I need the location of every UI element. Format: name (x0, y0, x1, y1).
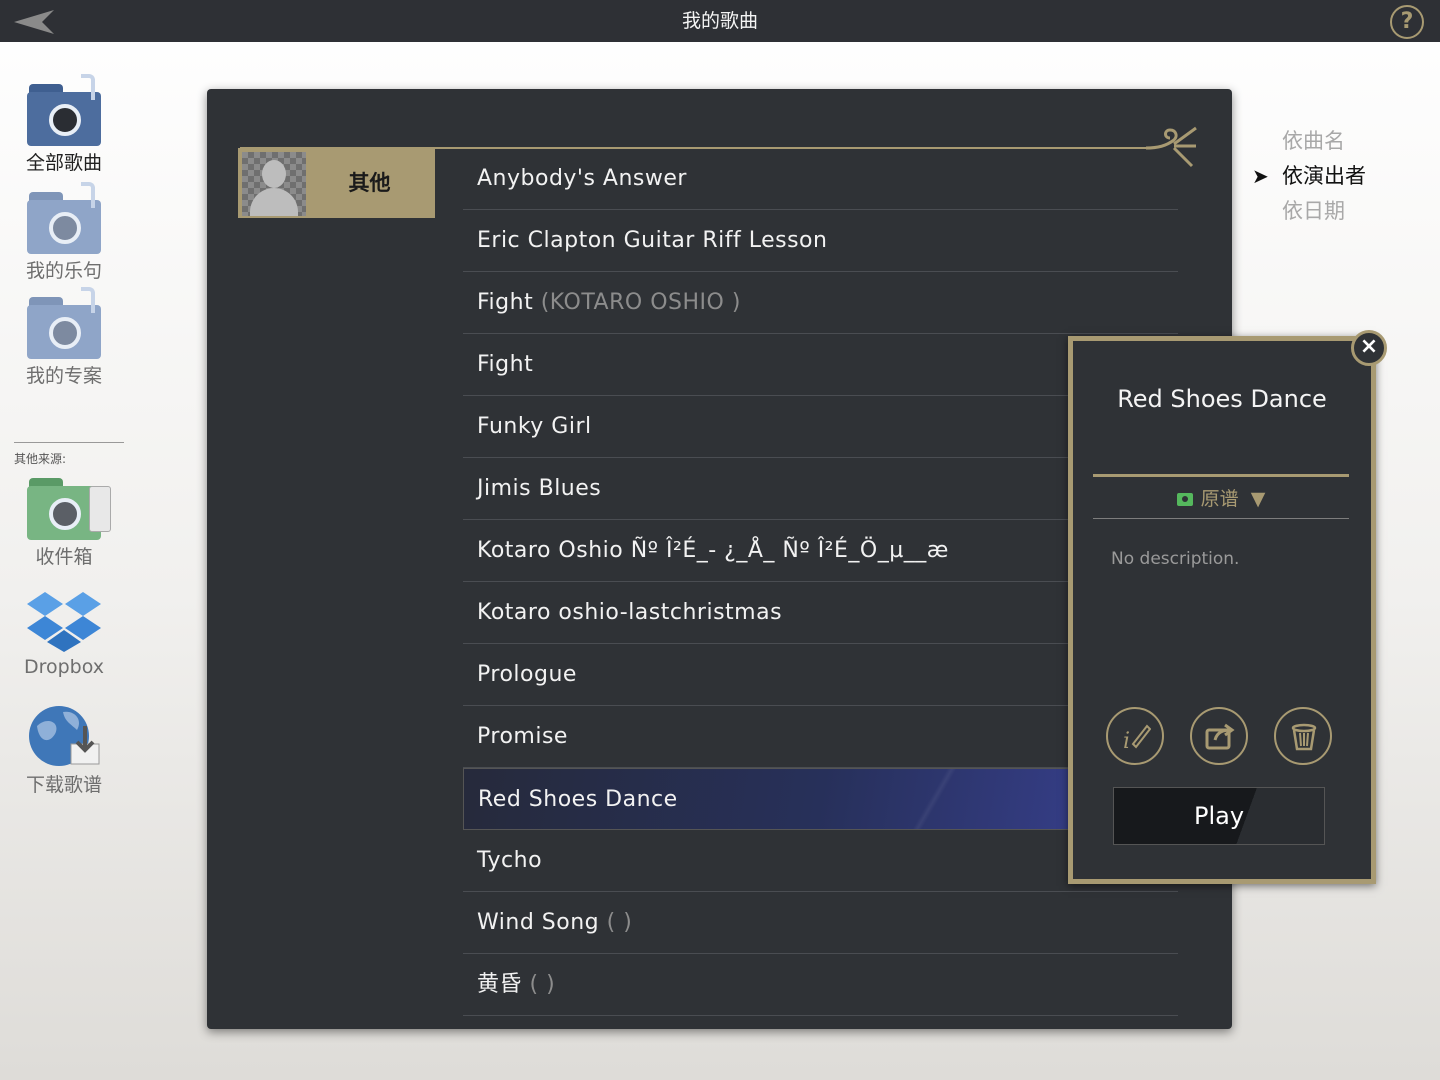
song-row[interactable]: 黄昏 ( ) (463, 954, 1178, 1016)
sort-label: 依曲名 (1282, 129, 1345, 153)
sidebar-divider (14, 442, 124, 443)
top-bar: 我的歌曲 ? (0, 0, 1440, 42)
sort-label: 依演出者 (1282, 164, 1366, 188)
all-songs-folder-icon (27, 74, 101, 146)
svg-text:i: i (1123, 729, 1130, 752)
close-icon[interactable]: × (1351, 330, 1387, 366)
inbox-folder-icon (27, 478, 111, 540)
song-row[interactable]: Anybody's Answer (463, 148, 1178, 210)
sort-by-title[interactable]: 依曲名 (1252, 124, 1422, 159)
popup-divider (1093, 474, 1349, 477)
song-detail-popup: × Red Shoes Dance 原谱 ▼ No description. i… (1068, 330, 1387, 884)
song-title: Anybody's Answer (477, 166, 687, 191)
other-sources-label: 其他来源: (14, 452, 67, 466)
sidebar-item-projects[interactable]: 我的专案 (14, 287, 114, 388)
sidebar-item-label: 下载歌谱 (25, 774, 102, 796)
sidebar-item-dropbox[interactable]: Dropbox (14, 590, 114, 678)
page-title: 我的歌曲 (681, 10, 758, 32)
popup-divider (1093, 518, 1349, 519)
artist-group-other[interactable]: 其他 (238, 148, 435, 218)
avatar-placeholder-icon (242, 152, 306, 216)
song-title: Prologue (477, 662, 577, 687)
sidebar-item-phrases[interactable]: 我的乐句 (14, 182, 114, 283)
song-title: 黄昏 (477, 972, 523, 997)
score-version-label: 原谱 (1200, 488, 1239, 510)
song-artist: ( ) (606, 910, 633, 935)
song-title: Red Shoes Dance (478, 787, 678, 812)
chevron-down-icon: ▼ (1250, 488, 1266, 510)
camera-icon (1176, 493, 1193, 506)
edit-info-icon: i (1123, 724, 1151, 752)
song-row[interactable]: Wind Song ( ) (463, 892, 1178, 954)
sidebar-item-all-songs[interactable]: 全部歌曲 (14, 74, 114, 175)
sidebar-item-download[interactable]: 下载歌谱 (14, 704, 114, 797)
song-description: No description. (1111, 549, 1240, 569)
sidebar-item-label: 全部歌曲 (25, 152, 102, 174)
share-button[interactable] (1190, 707, 1248, 765)
sidebar-item-inbox[interactable]: 收件箱 (14, 478, 114, 569)
song-artist: ( ) (529, 972, 556, 997)
trash-icon (1291, 723, 1317, 751)
phrases-folder-icon (27, 182, 101, 254)
song-title: Eric Clapton Guitar Riff Lesson (477, 228, 828, 253)
popup-song-title: Red Shoes Dance (1117, 385, 1327, 413)
selected-arrow-icon: ➤ (1252, 164, 1269, 188)
song-title: Fight (477, 290, 534, 315)
song-row[interactable]: Eric Clapton Guitar Riff Lesson (463, 210, 1178, 272)
song-title: Funky Girl (477, 414, 592, 439)
sort-by-artist[interactable]: ➤ 依演出者 (1252, 159, 1422, 194)
song-title: Kotaro oshio-lastchristmas (477, 600, 783, 625)
sidebar-item-label: Dropbox (23, 656, 105, 678)
share-icon (1205, 723, 1235, 750)
sidebar: 全部歌曲 我的乐句 我的专案 其他来源: 收件箱 Dropbox 下载歌谱 (0, 42, 130, 1080)
sort-by-date[interactable]: 依日期 (1252, 194, 1422, 229)
song-title: Jimis Blues (477, 476, 602, 501)
projects-folder-icon (27, 287, 101, 359)
song-title: Fight (477, 352, 534, 377)
dropbox-icon (27, 590, 101, 654)
sort-label: 依日期 (1282, 199, 1345, 223)
song-title: Kotaro Oshio Ñº Î²É_- ¿_Å_ Ñº Î²É_Ö_µ__æ (477, 538, 949, 563)
sidebar-item-label: 我的乐句 (25, 260, 102, 282)
help-icon[interactable]: ? (1390, 5, 1424, 39)
artist-name: 其他 (348, 171, 391, 195)
song-artist: (KOTARO OSHIO ) (540, 290, 741, 315)
score-version-dropdown[interactable]: 原谱 ▼ (1093, 481, 1349, 517)
sidebar-item-label: 收件箱 (35, 546, 93, 568)
play-button[interactable]: Play (1113, 787, 1325, 845)
sidebar-item-label: 我的专案 (25, 365, 102, 387)
song-title: Wind Song (477, 910, 600, 935)
edit-info-button[interactable]: i (1106, 707, 1164, 765)
song-title: Promise (477, 724, 568, 749)
song-title: Tycho (477, 848, 543, 873)
sort-options: 依曲名 ➤ 依演出者 依日期 (1252, 124, 1422, 229)
delete-button[interactable] (1274, 707, 1332, 765)
song-row[interactable]: Fight (KOTARO OSHIO ) (463, 272, 1178, 334)
download-globe-icon (27, 704, 101, 768)
